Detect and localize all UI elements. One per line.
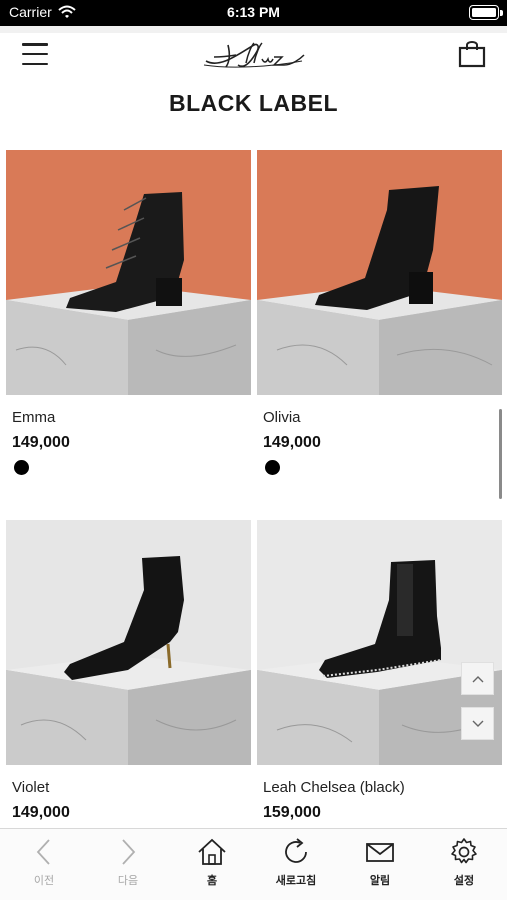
- tab-label: 홈: [206, 875, 218, 887]
- top-divider: [0, 26, 507, 33]
- status-time: 6:13 PM: [227, 4, 280, 20]
- tab-label: 설정: [453, 875, 475, 887]
- gear-icon: [451, 838, 477, 864]
- product-name[interactable]: Olivia: [263, 409, 301, 426]
- tab-refresh[interactable]: 새로고침: [254, 829, 338, 900]
- hamburger-menu-icon[interactable]: [22, 43, 48, 65]
- product-card-violet[interactable]: Violet 149,000: [6, 520, 251, 821]
- battery-icon: [469, 5, 499, 20]
- chevron-left-icon: [36, 839, 50, 865]
- product-price: 149,000: [263, 434, 321, 451]
- chevron-right-icon: [122, 839, 136, 865]
- boot-photo: [257, 150, 502, 395]
- tab-label: 다음: [117, 875, 139, 887]
- product-name[interactable]: Violet: [12, 779, 49, 796]
- product-image[interactable]: [257, 150, 502, 395]
- product-price: 159,000: [263, 804, 321, 821]
- product-card-emma[interactable]: Emma 149,000: [6, 150, 251, 475]
- bottom-tab-bar: 이전 다음 홈 새로고침 알림 설정: [0, 828, 507, 900]
- product-price: 149,000: [12, 804, 70, 821]
- tab-back[interactable]: 이전: [2, 829, 86, 900]
- product-card-olivia[interactable]: Olivia 149,000: [257, 150, 502, 475]
- product-name[interactable]: Leah Chelsea (black): [263, 779, 405, 796]
- tab-forward[interactable]: 다음: [86, 829, 170, 900]
- chevron-down-icon: [472, 720, 483, 727]
- home-icon: [198, 838, 226, 865]
- tab-label: 이전: [33, 875, 55, 887]
- app-header: [0, 33, 507, 78]
- alluz-logo[interactable]: [200, 35, 308, 75]
- refresh-icon: [285, 838, 307, 863]
- product-price: 149,000: [12, 434, 70, 451]
- tab-notifications[interactable]: 알림: [338, 829, 422, 900]
- shopping-bag-icon[interactable]: [457, 38, 487, 68]
- product-grid: Emma 149,000 Olivia 149,000 Violet 149,0…: [0, 150, 507, 828]
- color-swatch[interactable]: [14, 460, 29, 475]
- battery-cap: [500, 10, 503, 16]
- scroll-bottom-button[interactable]: [461, 707, 494, 740]
- product-image[interactable]: [6, 150, 251, 395]
- boot-photo: [6, 520, 251, 765]
- tab-settings[interactable]: 설정: [422, 829, 506, 900]
- chevron-up-icon: [472, 675, 483, 682]
- tab-label: 새로고침: [275, 875, 317, 887]
- mail-icon: [366, 843, 394, 862]
- boot-photo: [6, 150, 251, 395]
- status-bar: Carrier 6:13 PM: [0, 0, 507, 26]
- product-image[interactable]: [6, 520, 251, 765]
- tab-label: 알림: [369, 875, 391, 887]
- color-swatch[interactable]: [265, 460, 280, 475]
- page-title: BLACK LABEL: [168, 90, 339, 116]
- product-name[interactable]: Emma: [12, 409, 55, 426]
- tab-home[interactable]: 홈: [170, 829, 254, 900]
- vertical-scrollbar[interactable]: [499, 409, 502, 499]
- scroll-top-button[interactable]: [461, 662, 494, 695]
